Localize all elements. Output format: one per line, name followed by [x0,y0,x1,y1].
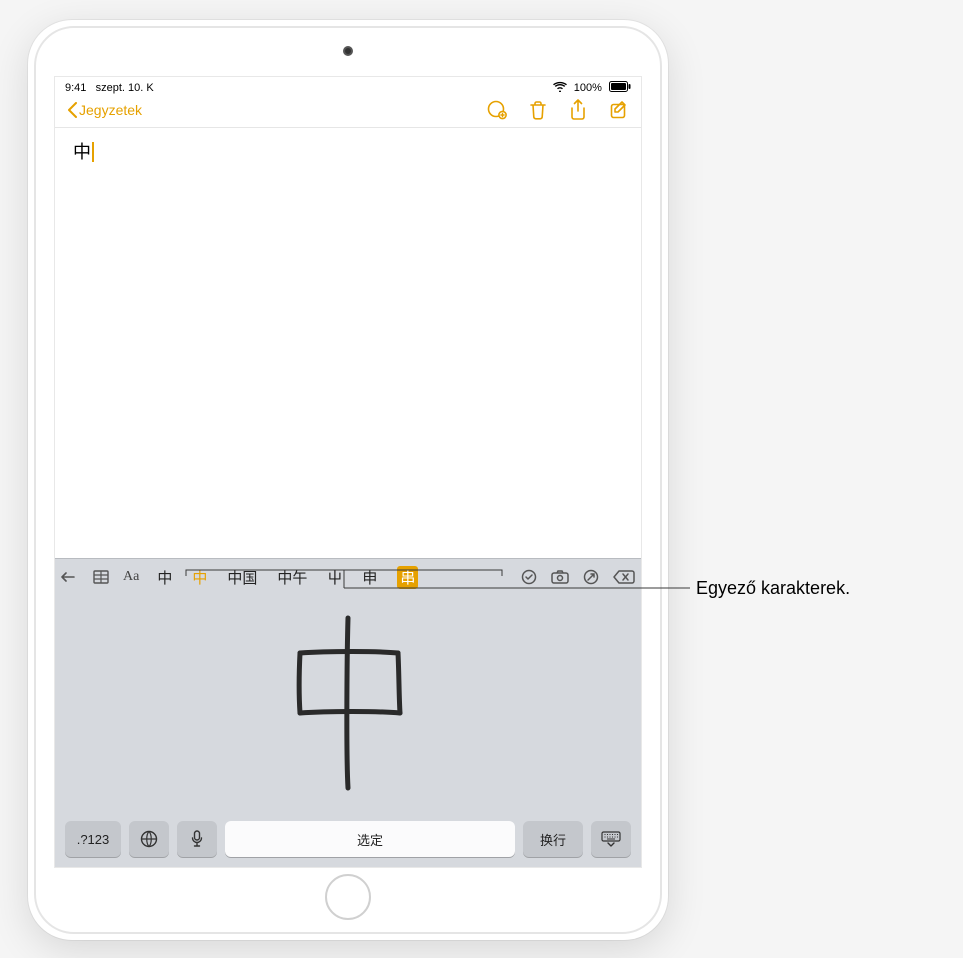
hide-keyboard-icon [601,831,621,847]
return-key[interactable]: 换行 [523,821,583,857]
status-left: 9:41 szept. 10. K [65,82,154,94]
globe-icon [140,830,158,848]
note-body[interactable]: 中 [55,128,641,558]
ipad-bezel: 9:41 szept. 10. K 100% [34,26,662,934]
candidate-5[interactable]: 申 [362,567,377,588]
mic-icon [191,830,203,848]
text-cursor [92,142,94,162]
space-key[interactable]: 选定 [225,821,515,857]
front-camera [343,46,353,56]
collaborate-icon[interactable] [487,100,507,120]
format-icon[interactable]: Aa [123,569,139,585]
nav-actions [487,99,629,121]
share-icon[interactable] [569,99,587,121]
undo-icon[interactable] [61,570,79,584]
markup-icon[interactable] [583,569,599,585]
candidate-bar: Aa 中 中 中国 中午 屮 申 串 [55,559,641,595]
checklist-icon[interactable] [521,569,537,585]
note-text: 中 [73,142,91,162]
battery-icon [609,81,631,95]
back-label: Jegyzetek [79,102,142,118]
numeric-key[interactable]: .?123 [65,821,121,857]
numeric-key-label: .?123 [77,832,110,847]
trash-icon[interactable] [529,100,547,120]
wifi-icon [553,81,567,95]
candidate-list: 中 中 中国 中午 屮 申 串 [147,566,428,589]
globe-key[interactable] [129,821,169,857]
handwriting-panel: Aa 中 中 中国 中午 屮 申 串 [55,558,641,867]
candidate-0[interactable]: 中 [157,567,172,588]
compose-icon[interactable] [609,100,629,120]
handwriting-draw-area[interactable] [55,595,641,815]
backspace-icon[interactable] [613,570,635,584]
back-button[interactable]: Jegyzetek [67,102,142,118]
camera-icon[interactable] [551,570,569,584]
candidate-2[interactable]: 中国 [227,567,257,588]
status-right: 100% [549,81,631,95]
ipad-device-frame: 9:41 szept. 10. K 100% [28,20,668,940]
space-key-label: 选定 [357,830,383,849]
candidate-6[interactable]: 串 [397,566,418,589]
candidate-4[interactable]: 屮 [327,567,342,588]
screen: 9:41 szept. 10. K 100% [54,76,642,868]
battery-percent: 100% [574,82,602,94]
chevron-left-icon [67,102,77,118]
callout-label: Egyező karakterek. [696,578,850,599]
table-icon[interactable] [93,570,109,584]
status-date: szept. 10. K [96,82,154,94]
candidate-3[interactable]: 中午 [277,567,307,588]
keyboard-bottom-row: .?123 选定 换行 [55,815,641,867]
status-bar: 9:41 szept. 10. K 100% [55,77,641,97]
nav-bar: Jegyzetek [55,97,641,128]
home-button[interactable] [325,874,371,920]
hide-keyboard-key[interactable] [591,821,631,857]
return-key-label: 换行 [540,830,566,849]
status-time: 9:41 [65,82,86,94]
candidate-1[interactable]: 中 [192,567,207,588]
dictation-key[interactable] [177,821,217,857]
